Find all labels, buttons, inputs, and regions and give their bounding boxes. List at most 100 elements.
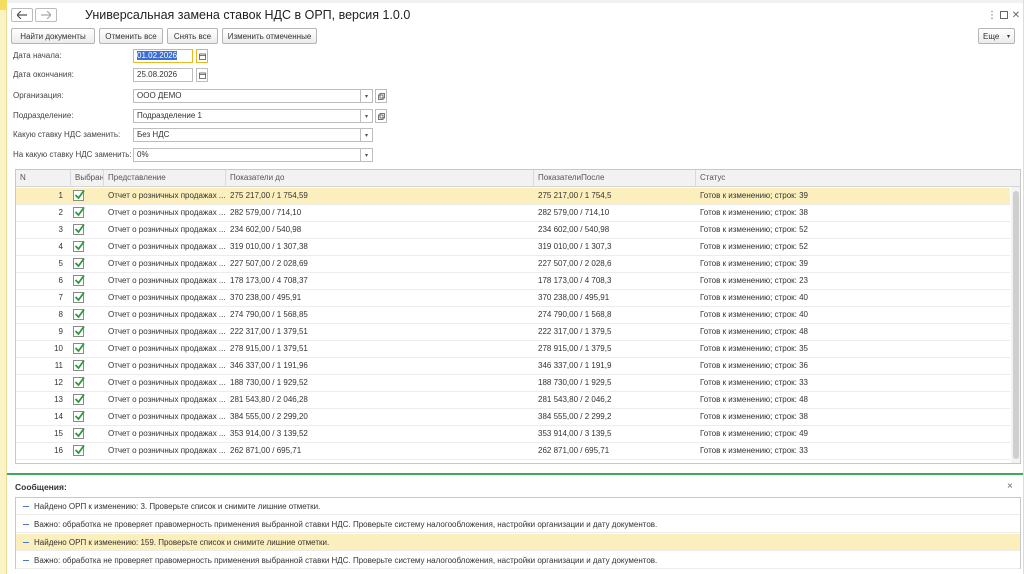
table-scrollbar-thumb[interactable] bbox=[1013, 191, 1019, 459]
back-button[interactable] bbox=[11, 8, 33, 22]
division-dropdown-button[interactable]: ▾ bbox=[361, 109, 373, 123]
row-after: 346 337,00 / 1 191,9 bbox=[538, 361, 612, 370]
forward-button[interactable] bbox=[35, 8, 57, 22]
start-date-input[interactable]: 01.02.2026 bbox=[133, 49, 193, 63]
column-header-representation[interactable]: Представление bbox=[104, 170, 226, 187]
row-select-checkbox[interactable] bbox=[73, 410, 85, 422]
table-row[interactable]: 5 Отчет о розничных продажах ... 227 507,0… bbox=[16, 256, 1010, 273]
row-representation[interactable]: Отчет о розничных продажах ... bbox=[104, 307, 226, 323]
row-select-checkbox[interactable] bbox=[73, 308, 85, 320]
row-representation[interactable]: Отчет о розничных продажах ... bbox=[104, 188, 226, 204]
checkmark-icon bbox=[74, 291, 85, 302]
to-rate-select[interactable]: 0% bbox=[133, 148, 361, 162]
forward-arrow-icon bbox=[41, 11, 51, 19]
to-rate-dropdown-button[interactable]: ▾ bbox=[361, 148, 373, 162]
row-select-checkbox[interactable] bbox=[73, 444, 85, 456]
division-input[interactable]: Подразделение 1 bbox=[133, 109, 361, 123]
close-icon[interactable]: ✕ bbox=[1009, 8, 1023, 22]
end-date-calendar-button[interactable] bbox=[196, 68, 208, 82]
column-header-after[interactable]: ПоказателиПосле bbox=[534, 170, 696, 187]
table-row[interactable]: 1 Отчет о розничных продажах ... 275 217,0… bbox=[16, 188, 1010, 205]
table-row[interactable]: 7 Отчет о розничных продажах ... 370 238,0… bbox=[16, 290, 1010, 307]
row-select-checkbox[interactable] bbox=[73, 342, 85, 354]
more-button[interactable]: Еще ▾ bbox=[978, 28, 1015, 44]
table-row[interactable]: 12 Отчет о розничных продажах ... 188 730,… bbox=[16, 375, 1010, 392]
row-representation[interactable]: Отчет о розничных продажах ... bbox=[104, 256, 226, 272]
row-number: 12 bbox=[54, 378, 63, 387]
row-number: 16 bbox=[54, 446, 63, 455]
find-documents-button[interactable]: Найти документы bbox=[11, 28, 95, 44]
chevron-down-icon: ▾ bbox=[364, 132, 368, 139]
row-before: 384 555,00 / 2 299,20 bbox=[230, 412, 308, 421]
table-row[interactable]: 13 Отчет о розничных продажах ... 281 543,… bbox=[16, 392, 1010, 409]
dash-icon bbox=[23, 560, 29, 561]
row-representation[interactable]: Отчет о розничных продажах ... bbox=[104, 409, 226, 425]
organization-input[interactable]: ООО ДЕМО bbox=[133, 89, 361, 103]
row-representation[interactable]: Отчет о розничных продажах ... bbox=[104, 273, 226, 289]
row-representation[interactable]: Отчет о розничных продажах ... bbox=[104, 375, 226, 391]
checkmark-icon bbox=[74, 308, 85, 319]
table-row[interactable]: 9 Отчет о розничных продажах ... 222 317,0… bbox=[16, 324, 1010, 341]
table-row[interactable]: 8 Отчет о розничных продажах ... 274 790,0… bbox=[16, 307, 1010, 324]
division-open-button[interactable] bbox=[375, 109, 387, 123]
close-icon[interactable]: × bbox=[1007, 481, 1013, 492]
start-date-calendar-button[interactable] bbox=[196, 49, 208, 63]
table-row[interactable]: 16 Отчет о розничных продажах ... 262 871,… bbox=[16, 443, 1010, 460]
row-select-checkbox[interactable] bbox=[73, 223, 85, 235]
row-before: 178 173,00 / 4 708,37 bbox=[230, 276, 308, 285]
row-representation[interactable]: Отчет о розничных продажах ... bbox=[104, 205, 226, 221]
row-representation[interactable]: Отчет о розничных продажах ... bbox=[104, 341, 226, 357]
table-row[interactable]: 11 Отчет о розничных продажах ... 346 337,… bbox=[16, 358, 1010, 375]
row-select-checkbox[interactable] bbox=[73, 359, 85, 371]
message-item[interactable]: Важно: обработка не проверяет правомерно… bbox=[16, 552, 1020, 569]
uncheck-all-button[interactable]: Отменить все bbox=[99, 28, 163, 44]
row-representation[interactable]: Отчет о розничных продажах ... bbox=[104, 290, 226, 306]
row-representation[interactable]: Отчет о розничных продажах ... bbox=[104, 239, 226, 255]
row-number: 10 bbox=[54, 344, 63, 353]
table-scrollbar[interactable] bbox=[1011, 187, 1020, 463]
row-select-checkbox[interactable] bbox=[73, 393, 85, 405]
message-item[interactable]: Важно: обработка не проверяет правомерно… bbox=[16, 516, 1020, 533]
table-row[interactable]: 3 Отчет о розничных продажах ... 234 602,0… bbox=[16, 222, 1010, 239]
row-select-checkbox[interactable] bbox=[73, 291, 85, 303]
row-representation[interactable]: Отчет о розничных продажах ... bbox=[104, 324, 226, 340]
row-select-checkbox[interactable] bbox=[73, 240, 85, 252]
row-after: 178 173,00 / 4 708,3 bbox=[538, 276, 612, 285]
organization-dropdown-button[interactable]: ▾ bbox=[361, 89, 373, 103]
column-header-status[interactable]: Статус bbox=[696, 170, 1011, 187]
organization-open-button[interactable] bbox=[375, 89, 387, 103]
row-select-checkbox[interactable] bbox=[73, 376, 85, 388]
column-header-selected[interactable]: Выбран bbox=[71, 170, 104, 187]
column-header-before[interactable]: Показатели до bbox=[226, 170, 534, 187]
table-row[interactable]: 10 Отчет о розничных продажах ... 278 915,… bbox=[16, 341, 1010, 358]
left-panel-strip bbox=[0, 0, 7, 574]
row-representation[interactable]: Отчет о розничных продажах ... bbox=[104, 222, 226, 238]
clear-all-button[interactable]: Снять все bbox=[167, 28, 218, 44]
table-row[interactable]: 4 Отчет о розничных продажах ... 319 010,0… bbox=[16, 239, 1010, 256]
table-row[interactable]: 6 Отчет о розничных продажах ... 178 173,0… bbox=[16, 273, 1010, 290]
table-row[interactable]: 2 Отчет о розничных продажах ... 282 579,0… bbox=[16, 205, 1010, 222]
change-marked-button[interactable]: Изменить отмеченные bbox=[222, 28, 317, 44]
row-select-checkbox[interactable] bbox=[73, 257, 85, 269]
message-item[interactable]: Найдено ОРП к изменению: 3. Проверьте сп… bbox=[16, 498, 1020, 515]
table-row[interactable]: 14 Отчет о розничных продажах ... 384 555,… bbox=[16, 409, 1010, 426]
from-rate-dropdown-button[interactable]: ▾ bbox=[361, 128, 373, 142]
row-representation[interactable]: Отчет о розничных продажах ... bbox=[104, 443, 226, 459]
row-representation[interactable]: Отчет о розничных продажах ... bbox=[104, 392, 226, 408]
row-select-checkbox[interactable] bbox=[73, 274, 85, 286]
row-after: 282 579,00 / 714,10 bbox=[538, 208, 610, 217]
to-rate-row: На какую ставку НДС заменить: 0% ▾ bbox=[13, 148, 393, 162]
row-after: 281 543,80 / 2 046,2 bbox=[538, 395, 612, 404]
table-row[interactable]: 15 Отчет о розничных продажах ... 353 914,… bbox=[16, 426, 1010, 443]
message-item[interactable]: Найдено ОРП к изменению: 159. Проверьте … bbox=[16, 534, 1020, 551]
from-rate-select[interactable]: Без НДС bbox=[133, 128, 361, 142]
end-date-input[interactable]: 25.08.2026 bbox=[133, 68, 193, 82]
row-select-checkbox[interactable] bbox=[73, 325, 85, 337]
row-select-checkbox[interactable] bbox=[73, 206, 85, 218]
column-header-n[interactable]: N bbox=[16, 170, 71, 187]
row-status: Готов к изменению; строк: 33 bbox=[700, 378, 808, 387]
row-representation[interactable]: Отчет о розничных продажах ... bbox=[104, 358, 226, 374]
row-representation[interactable]: Отчет о розничных продажах ... bbox=[104, 426, 226, 442]
row-select-checkbox[interactable] bbox=[73, 427, 85, 439]
row-select-checkbox[interactable] bbox=[73, 189, 85, 201]
